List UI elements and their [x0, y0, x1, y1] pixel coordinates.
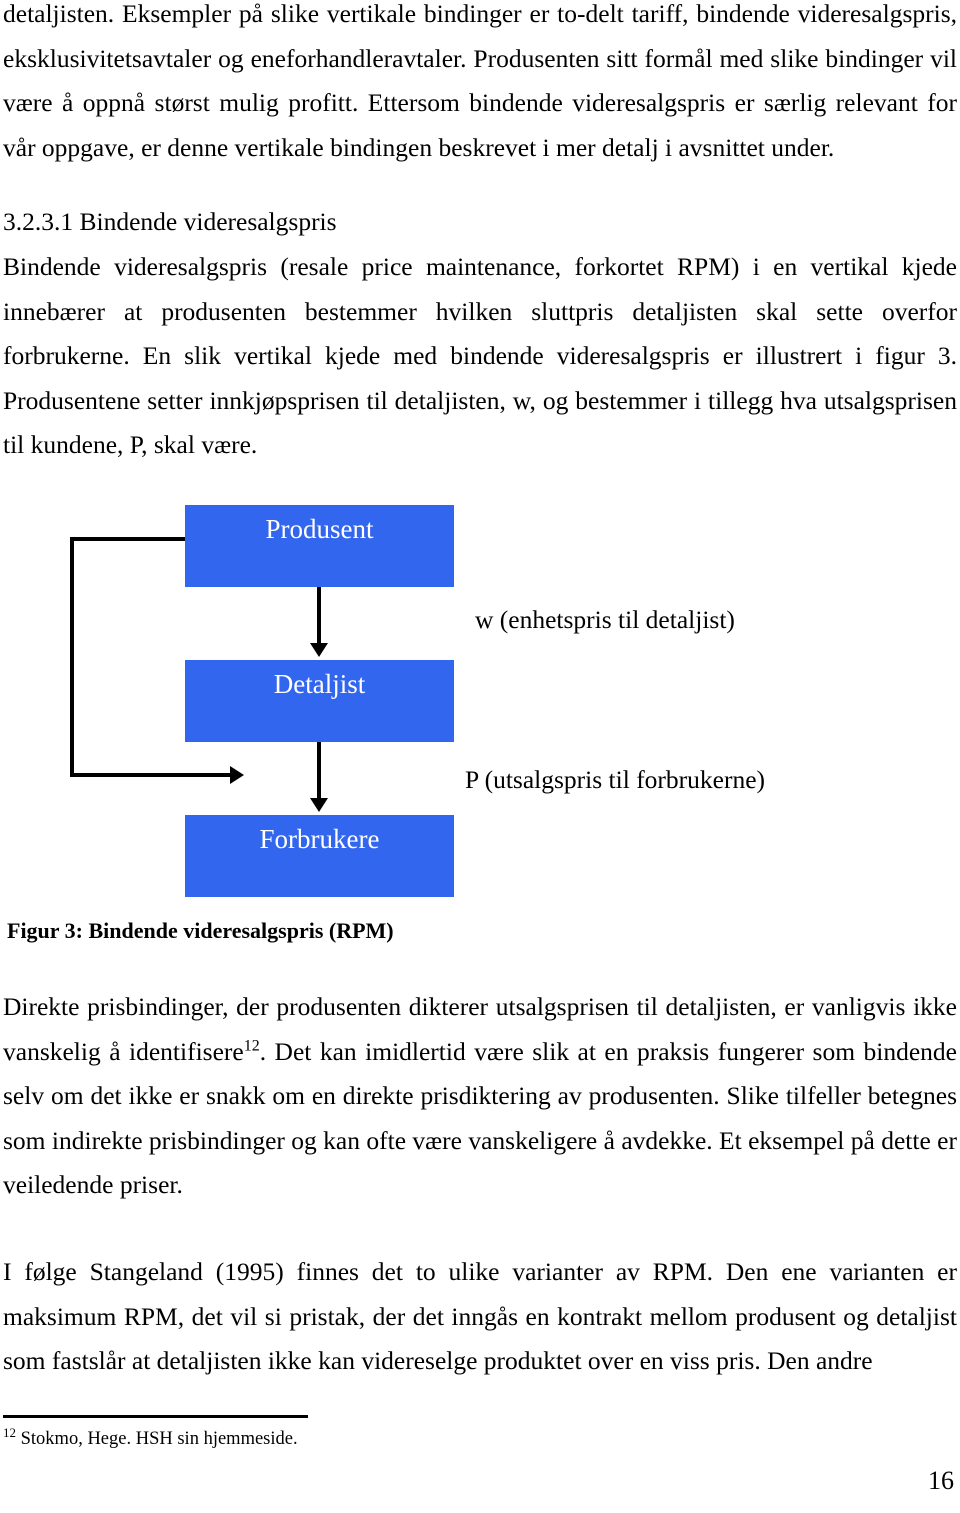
connector-detaljist-forbrukere — [317, 742, 321, 800]
diagram-node-produsent: Produsent — [185, 505, 454, 587]
arrow-down-icon-produsent-detaljist — [310, 643, 328, 657]
feedback-loop-bottom-segment — [70, 773, 232, 777]
diagram-edge-label-p: P (utsalgspris til forbrukerne) — [465, 765, 766, 794]
paragraph-rpm-block: Bindende videresalgspris (resale price m… — [3, 245, 957, 468]
footnote-reference-12[interactable]: 12 — [244, 1037, 260, 1054]
paragraph-direct: Direkte prisbindinger, der produsenten d… — [3, 985, 957, 1208]
section-heading-block: 3.2.3.1 Bindende videresalgspris — [3, 200, 957, 245]
document-page: detaljisten. Eksempler på slike vertikal… — [0, 0, 960, 1513]
footnote-text: Stokmo, Hege. HSH sin hjemmeside. — [20, 1429, 298, 1449]
paragraph-stangeland: I følge Stangeland (1995) finnes det to … — [3, 1257, 957, 1375]
paragraph-intro: detaljisten. Eksempler på slike vertikal… — [3, 0, 957, 162]
footnote-12: 12 Stokmo, Hege. HSH sin hjemmeside. — [3, 1424, 298, 1450]
paragraph-direct-block: Direkte prisbindinger, der produsenten d… — [3, 985, 957, 1208]
paragraph-rpm: Bindende videresalgspris (resale price m… — [3, 252, 957, 459]
diagram-node-detaljist: Detaljist — [185, 660, 454, 742]
paragraph-stangeland-block: I følge Stangeland (1995) finnes det to … — [3, 1250, 957, 1384]
figure-caption: Figur 3: Bindende videresalgspris (RPM) — [7, 918, 394, 943]
diagram-node-forbrukere-label: Forbrukere — [259, 824, 380, 854]
paragraph-intro-block: detaljisten. Eksempler på slike vertikal… — [3, 0, 957, 170]
diagram-node-forbrukere: Forbrukere — [185, 815, 454, 897]
feedback-loop-arrowhead-icon — [230, 766, 244, 784]
diagram-node-produsent-label: Produsent — [265, 514, 374, 544]
feedback-loop-top-segment — [70, 537, 187, 541]
connector-produsent-detaljist — [317, 587, 321, 645]
diagram-edge-label-w: w (enhetspris til detaljist) — [475, 605, 735, 634]
feedback-loop-left-segment — [70, 537, 74, 776]
page-number: 16 — [928, 1466, 954, 1495]
section-heading-3-2-3-1: 3.2.3.1 Bindende videresalgspris — [3, 207, 337, 236]
footnote-marker: 12 — [3, 1424, 16, 1440]
footnote-separator — [3, 1415, 308, 1418]
figure-rpm-diagram: Produsent Detaljist Forbrukere w (enhets… — [0, 490, 960, 910]
arrow-down-icon-detaljist-forbrukere — [310, 798, 328, 812]
diagram-node-detaljist-label: Detaljist — [273, 669, 366, 699]
